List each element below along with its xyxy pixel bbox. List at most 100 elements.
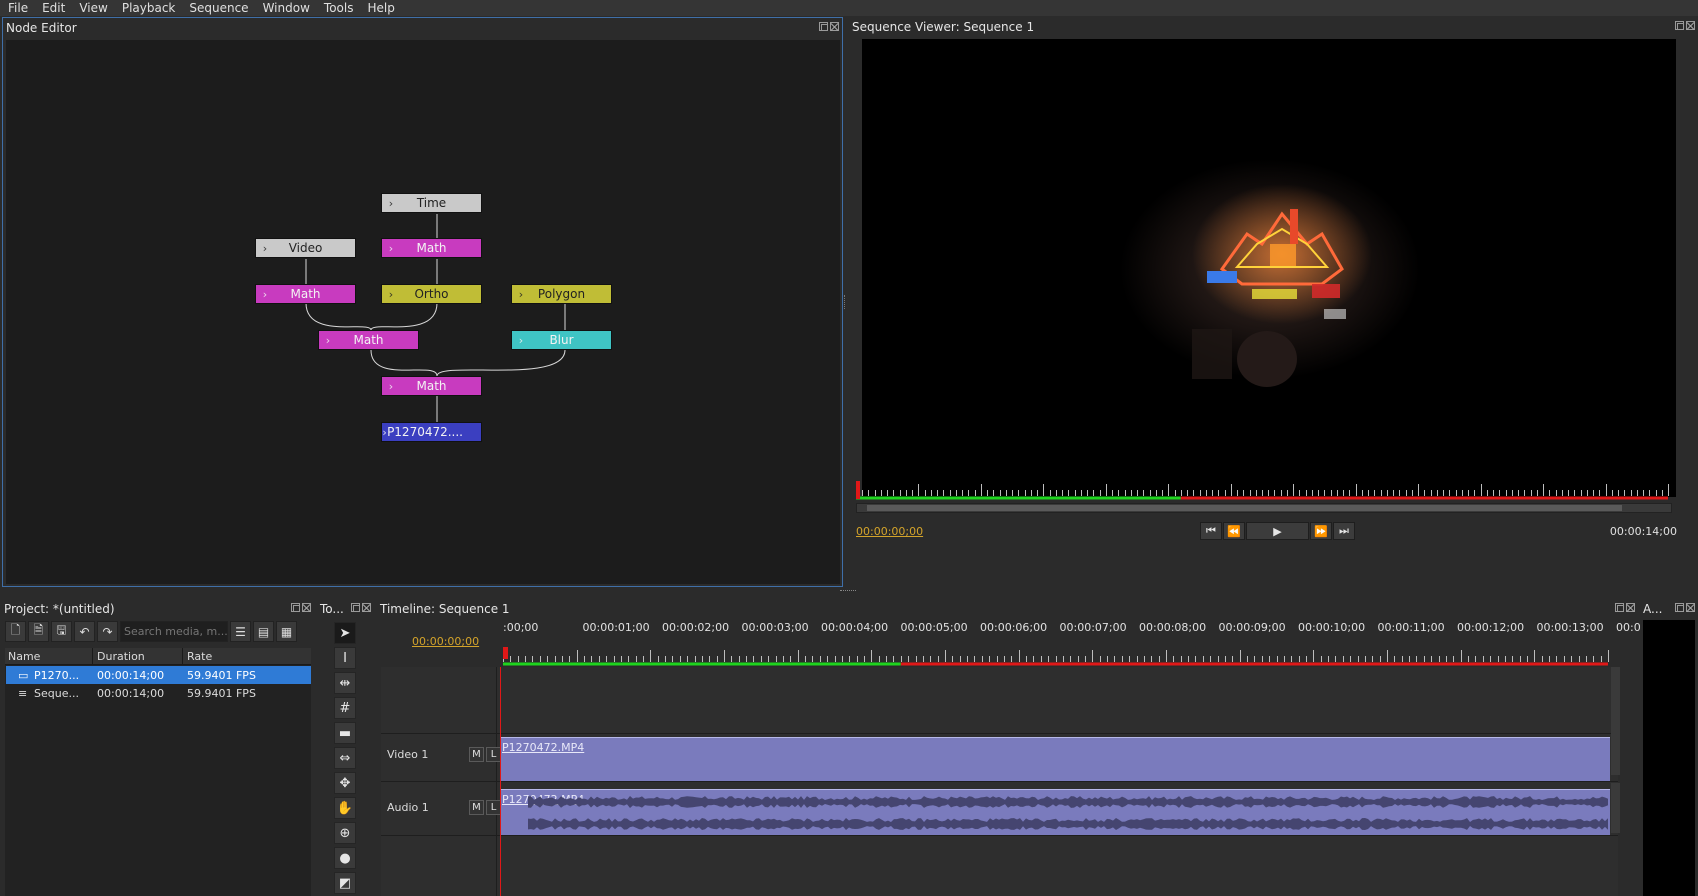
video-track-label: Video 1 [387, 748, 429, 761]
redo-icon[interactable]: ↷ [97, 621, 118, 642]
list-view-icon[interactable]: ☰ [230, 621, 251, 642]
razor-tool-icon[interactable]: ▬ [334, 722, 356, 744]
rewind-icon[interactable]: ⏪ [1223, 522, 1245, 540]
node-label: Math [290, 287, 321, 301]
timeline-time-ruler[interactable] [503, 642, 1613, 666]
slide-tool-icon[interactable]: ✥ [334, 772, 356, 794]
new-file-icon[interactable]: 🗋 [5, 621, 26, 642]
mute-button[interactable]: M [469, 747, 484, 762]
scrollbar-thumb[interactable] [867, 505, 1622, 511]
node-math-final[interactable]: › Math [381, 376, 482, 396]
node-polygon[interactable]: › Polygon [511, 284, 612, 304]
column-header-name[interactable]: Name [5, 648, 93, 664]
search-media-input[interactable] [120, 621, 228, 642]
tools-window-buttons [351, 603, 371, 612]
splitter-handle[interactable] [840, 590, 856, 593]
transition-tool-icon[interactable]: ◩ [334, 872, 356, 894]
save-file-icon[interactable]: 🖫 [51, 621, 72, 642]
chevron-right-icon[interactable]: › [382, 288, 400, 301]
close-icon[interactable] [830, 22, 839, 31]
viewer-screen[interactable] [862, 39, 1676, 497]
menu-tools[interactable]: Tools [316, 0, 360, 16]
ruler-label: 00:00:09;00 [1218, 621, 1286, 634]
close-icon[interactable] [1686, 21, 1695, 30]
lock-button[interactable]: L [486, 800, 501, 815]
chevron-right-icon[interactable]: › [382, 426, 387, 439]
project-media-list: Name Duration Rate ▭ P1270... 00:00:14;0… [5, 648, 311, 896]
menu-window[interactable]: Window [255, 0, 316, 16]
video-clip[interactable]: P1270472.MP4 [500, 737, 1610, 781]
pointer-tool-icon[interactable]: ➤ [334, 622, 356, 644]
mute-button[interactable]: M [469, 800, 484, 815]
menu-playback[interactable]: Playback [114, 0, 182, 16]
node-math-video[interactable]: › Math [255, 284, 356, 304]
undo-icon[interactable]: ↶ [74, 621, 95, 642]
close-icon[interactable] [1686, 603, 1695, 612]
hand-tool-icon[interactable]: ✋ [334, 797, 356, 819]
float-icon[interactable] [1675, 21, 1684, 30]
float-icon[interactable] [1615, 603, 1624, 612]
viewer-time-ruler[interactable] [856, 480, 1676, 500]
node-output[interactable]: › P1270472.... [381, 422, 482, 442]
menu-edit[interactable]: Edit [34, 0, 71, 16]
viewer-current-time[interactable]: 00:00:00;00 [856, 525, 923, 538]
menu-file[interactable]: File [0, 0, 34, 16]
tree-view-icon[interactable]: ▤ [253, 621, 274, 642]
chevron-right-icon[interactable]: › [256, 288, 274, 301]
icon-view-icon[interactable]: ▦ [276, 621, 297, 642]
audio-clip[interactable]: P1270472.MP4 [500, 789, 1610, 835]
ruler-label: 00:00:02;00 [662, 621, 730, 634]
chevron-right-icon[interactable]: › [382, 380, 400, 393]
fast-forward-icon[interactable]: ⏩ [1310, 522, 1332, 540]
play-icon[interactable]: ▶ [1246, 522, 1309, 540]
chevron-right-icon[interactable]: › [382, 197, 400, 210]
viewer-window-buttons [1675, 21, 1695, 30]
timeline-current-time[interactable]: 00:00:00;00 [412, 635, 479, 648]
rolling-tool-icon[interactable]: # [334, 697, 356, 719]
chevron-right-icon[interactable]: › [512, 334, 530, 347]
close-icon[interactable] [362, 603, 371, 612]
list-item[interactable]: ≡ Seque... 00:00:14;00 59.9401 FPS [6, 684, 311, 702]
ruler-label: :00;00 [503, 621, 539, 634]
menu-sequence[interactable]: Sequence [181, 0, 254, 16]
column-header-rate[interactable]: Rate [183, 648, 212, 664]
skip-to-start-icon[interactable]: ⏮ [1200, 522, 1222, 540]
video-track-scrollbar[interactable] [1611, 667, 1620, 775]
node-canvas[interactable]: › Time › Video › Math › Math › Ortho › Polygon… [6, 40, 840, 584]
chevron-right-icon[interactable]: › [256, 242, 274, 255]
menu-help[interactable]: Help [359, 0, 400, 16]
node-math-time[interactable]: › Math [381, 238, 482, 258]
node-math-combine[interactable]: › Math [318, 330, 419, 350]
skip-to-end-icon[interactable]: ⏭ [1333, 522, 1355, 540]
close-icon[interactable] [302, 603, 311, 612]
audio-track-scrollbar[interactable] [1611, 783, 1620, 833]
chevron-right-icon[interactable]: › [512, 288, 530, 301]
open-file-icon[interactable]: 🗎 [28, 621, 49, 642]
column-header-duration[interactable]: Duration [93, 648, 183, 664]
node-video[interactable]: › Video [255, 238, 356, 258]
close-icon[interactable] [1626, 603, 1635, 612]
menu-view[interactable]: View [71, 0, 113, 16]
chevron-right-icon[interactable]: › [319, 334, 337, 347]
list-item[interactable]: ▭ P1270... 00:00:14;00 59.9401 FPS [6, 666, 311, 684]
node-ortho[interactable]: › Ortho [381, 284, 482, 304]
float-icon[interactable] [819, 22, 828, 31]
viewer-scrollbar[interactable] [856, 503, 1672, 513]
zoom-tool-icon[interactable]: ⊕ [334, 822, 356, 844]
float-icon[interactable] [351, 603, 360, 612]
track-divider [381, 781, 1618, 782]
slip-tool-icon[interactable]: ⇔ [334, 747, 356, 769]
edit-tool-icon[interactable]: I [334, 647, 356, 669]
sequence-icon: ≡ [18, 686, 28, 700]
ripple-tool-icon[interactable]: ⇹ [334, 672, 356, 694]
lock-button[interactable]: L [486, 747, 501, 762]
node-time[interactable]: › Time [381, 193, 482, 213]
float-icon[interactable] [291, 603, 300, 612]
node-blur[interactable]: › Blur [511, 330, 612, 350]
chevron-right-icon[interactable]: › [382, 242, 400, 255]
record-tool-icon[interactable]: ● [334, 847, 356, 869]
float-icon[interactable] [1675, 603, 1684, 612]
timeline-playhead-line[interactable] [500, 667, 501, 896]
media-name: Seque... [34, 686, 79, 700]
audio-meter [1643, 620, 1695, 896]
